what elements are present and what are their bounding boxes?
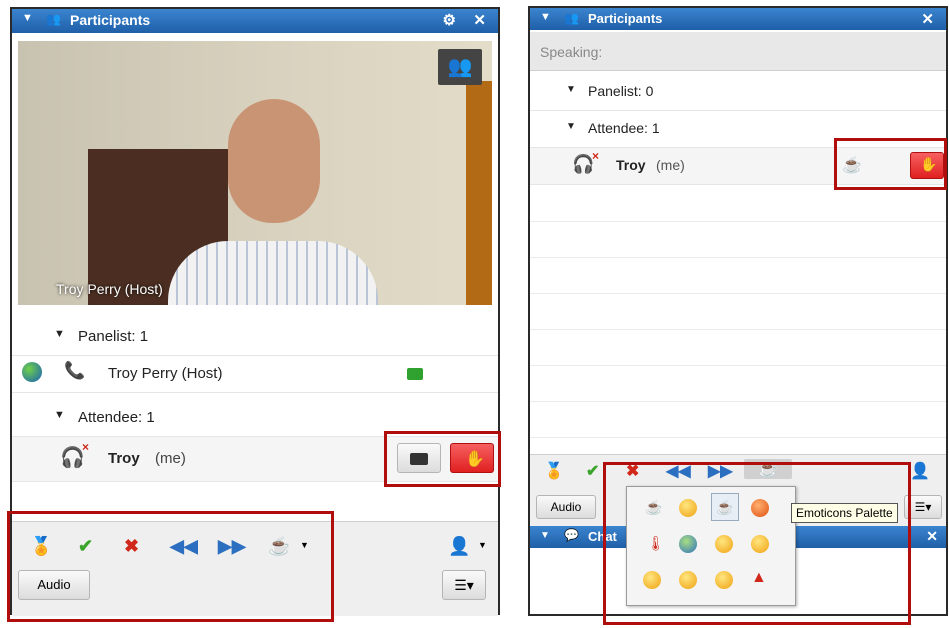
panelist-group-row[interactable]: ▼ Panelist: 0: [530, 74, 946, 111]
expand-triangle-icon[interactable]: ▼: [566, 121, 576, 132]
panelist-name: Troy Perry (Host): [108, 365, 223, 382]
close-icon[interactable]: ✕: [926, 528, 938, 545]
attendee-suffix: (me): [656, 157, 685, 173]
participants-titlebar: ▼ 👥 Participants ⚙ ✕: [12, 9, 498, 33]
attendee-name: Troy: [616, 157, 646, 173]
panelist-header: Panelist: 1: [78, 328, 149, 345]
gear-icon[interactable]: ⚙: [443, 11, 456, 29]
highlight-box-toolbar: [7, 511, 334, 622]
highlight-box-controls: [834, 138, 947, 190]
attendee-name: Troy: [108, 450, 140, 467]
video-on-icon: [407, 368, 423, 380]
chat-bubble-icon: 💬: [564, 528, 579, 542]
panelist-row[interactable]: 📞 Troy Perry (Host): [12, 356, 498, 393]
collapse-triangle-icon[interactable]: ▼: [22, 12, 33, 24]
check-icon[interactable]: ✔: [586, 461, 599, 481]
collapse-triangle-icon[interactable]: ▼: [540, 530, 550, 541]
panel-title: Participants: [588, 11, 663, 26]
panelist-header: Panelist: 0: [588, 83, 654, 99]
muted-x-icon: ×: [82, 440, 90, 454]
person-head: [228, 99, 320, 223]
expand-triangle-icon[interactable]: ▼: [566, 84, 576, 95]
video-feed: Troy Perry (Host) 👥: [18, 41, 492, 305]
expand-triangle-icon[interactable]: ▼: [54, 409, 65, 421]
panelist-group-row[interactable]: ▼ Panelist: 1: [12, 319, 498, 356]
close-icon[interactable]: ✕: [921, 10, 934, 28]
participants-icon: 👥: [564, 11, 579, 25]
audio-button[interactable]: Audio: [536, 495, 596, 519]
list-options-button[interactable]: ☰▾: [442, 570, 486, 600]
collapse-triangle-icon[interactable]: ▼: [540, 11, 551, 23]
person-torso: [168, 241, 378, 305]
speaking-bar: Speaking:: [530, 32, 946, 71]
door-frame: [466, 81, 492, 305]
expand-triangle-icon[interactable]: ▼: [54, 328, 65, 340]
muted-x-icon: ×: [592, 149, 600, 163]
highlight-box-toolbar: [603, 462, 911, 625]
attendee-suffix: (me): [155, 450, 186, 467]
list-empty-area: [530, 186, 946, 448]
gallery-view-button[interactable]: 👥: [438, 49, 482, 85]
attendee-header: Attendee: 1: [78, 409, 155, 426]
assign-user-icon[interactable]: 👤: [910, 461, 930, 481]
globe-icon: [22, 362, 42, 382]
award-icon[interactable]: 🏅: [544, 461, 564, 481]
speaking-label: Speaking:: [540, 44, 603, 60]
participants-icon: 👥: [46, 12, 61, 26]
close-icon[interactable]: ✕: [473, 11, 486, 29]
chevron-down-icon[interactable]: ▼: [478, 540, 487, 550]
participants-titlebar: ▼ 👥 Participants ✕: [530, 8, 946, 30]
assign-user-icon[interactable]: 👤: [448, 536, 470, 557]
attendee-header: Attendee: 1: [588, 120, 660, 136]
panel-title: Participants: [70, 12, 151, 28]
phone-icon: 📞: [64, 361, 86, 380]
video-caption: Troy Perry (Host): [56, 281, 163, 297]
highlight-box-controls: [384, 431, 501, 487]
